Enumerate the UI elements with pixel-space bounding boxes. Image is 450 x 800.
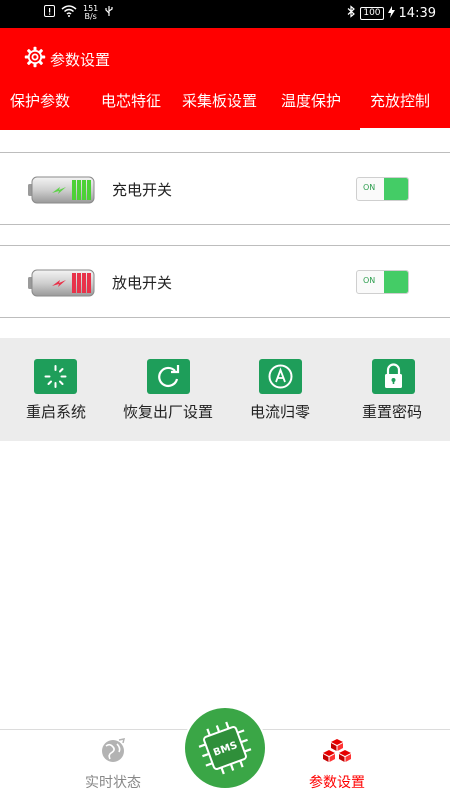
nav-realtime-status[interactable]: 实时状态 (53, 738, 173, 792)
restart-system-button[interactable]: 重启系统 (0, 338, 112, 441)
battery-level: 100 (363, 8, 381, 18)
gear-icon (24, 46, 46, 72)
charge-switch-label: 充电开关 (112, 181, 173, 199)
charge-battery-icon (28, 176, 96, 208)
tab-protection-params[interactable]: 保护参数 (10, 90, 70, 111)
battery-indicator: 100 (360, 7, 384, 20)
usb-icon (104, 5, 114, 21)
charge-switch-toggle[interactable]: ON (356, 177, 409, 201)
nav-realtime-label: 实时状态 (85, 775, 141, 791)
app-header: 参数设置 保护参数 电芯特征 采集板设置 温度保护 充放控制 (0, 28, 450, 130)
action-panel: 重启系统 恢复出厂设置 电流归零 重置密码 (0, 338, 450, 441)
lock-icon (372, 359, 415, 394)
page-title: 参数设置 (50, 50, 111, 69)
net-speed-unit: B/s (84, 12, 97, 21)
bluetooth-icon (347, 5, 356, 22)
current-zero-button[interactable]: 电流归零 (224, 338, 336, 441)
bms-chip-icon: BMS (185, 708, 265, 788)
toggle-knob (384, 271, 408, 293)
reset-password-label: 重置密码 (361, 403, 422, 421)
restart-system-label: 重启系统 (25, 403, 86, 421)
discharge-switch-row: 放电开关 ON (0, 245, 450, 318)
net-speed: 151 B/s (83, 5, 98, 21)
page-title-row: 参数设置 (24, 46, 110, 72)
notification-icon (44, 5, 55, 21)
factory-reset-button[interactable]: 恢复出厂设置 (112, 338, 224, 441)
tab-temperature-protection[interactable]: 温度保护 (281, 90, 341, 111)
tab-acquisition-board[interactable]: 采集板设置 (182, 90, 257, 111)
loading-spinner-icon (34, 359, 77, 394)
tab-cell-characteristics[interactable]: 电芯特征 (101, 90, 161, 111)
refresh-icon (147, 359, 190, 394)
status-bar: 151 B/s 100 14:39 (0, 0, 450, 28)
nav-settings-label: 参数设置 (309, 775, 365, 791)
ampere-icon (259, 359, 302, 394)
toggle-knob (384, 178, 408, 200)
active-tab-indicator (360, 128, 450, 130)
charging-bolt-icon (387, 5, 395, 22)
bms-home-button[interactable]: BMS (183, 706, 267, 790)
tab-bar: 保护参数 电芯特征 采集板设置 温度保护 充放控制 (0, 84, 450, 130)
nav-param-settings[interactable]: 参数设置 (277, 738, 397, 792)
charge-switch-state: ON (363, 183, 376, 192)
discharge-battery-icon (28, 269, 96, 301)
discharge-switch-label: 放电开关 (112, 274, 173, 292)
wifi-icon (61, 5, 77, 21)
current-zero-label: 电流归零 (249, 403, 310, 421)
charge-switch-row: 充电开关 ON (0, 152, 450, 225)
reset-password-button[interactable]: 重置密码 (336, 338, 448, 441)
globe-icon (97, 738, 129, 768)
discharge-switch-toggle[interactable]: ON (356, 270, 409, 294)
tab-charge-discharge-control[interactable]: 充放控制 (370, 90, 430, 111)
cubes-icon (320, 739, 354, 768)
factory-reset-label: 恢复出厂设置 (122, 403, 213, 421)
discharge-switch-state: ON (363, 276, 376, 285)
clock: 14:39 (398, 6, 436, 21)
